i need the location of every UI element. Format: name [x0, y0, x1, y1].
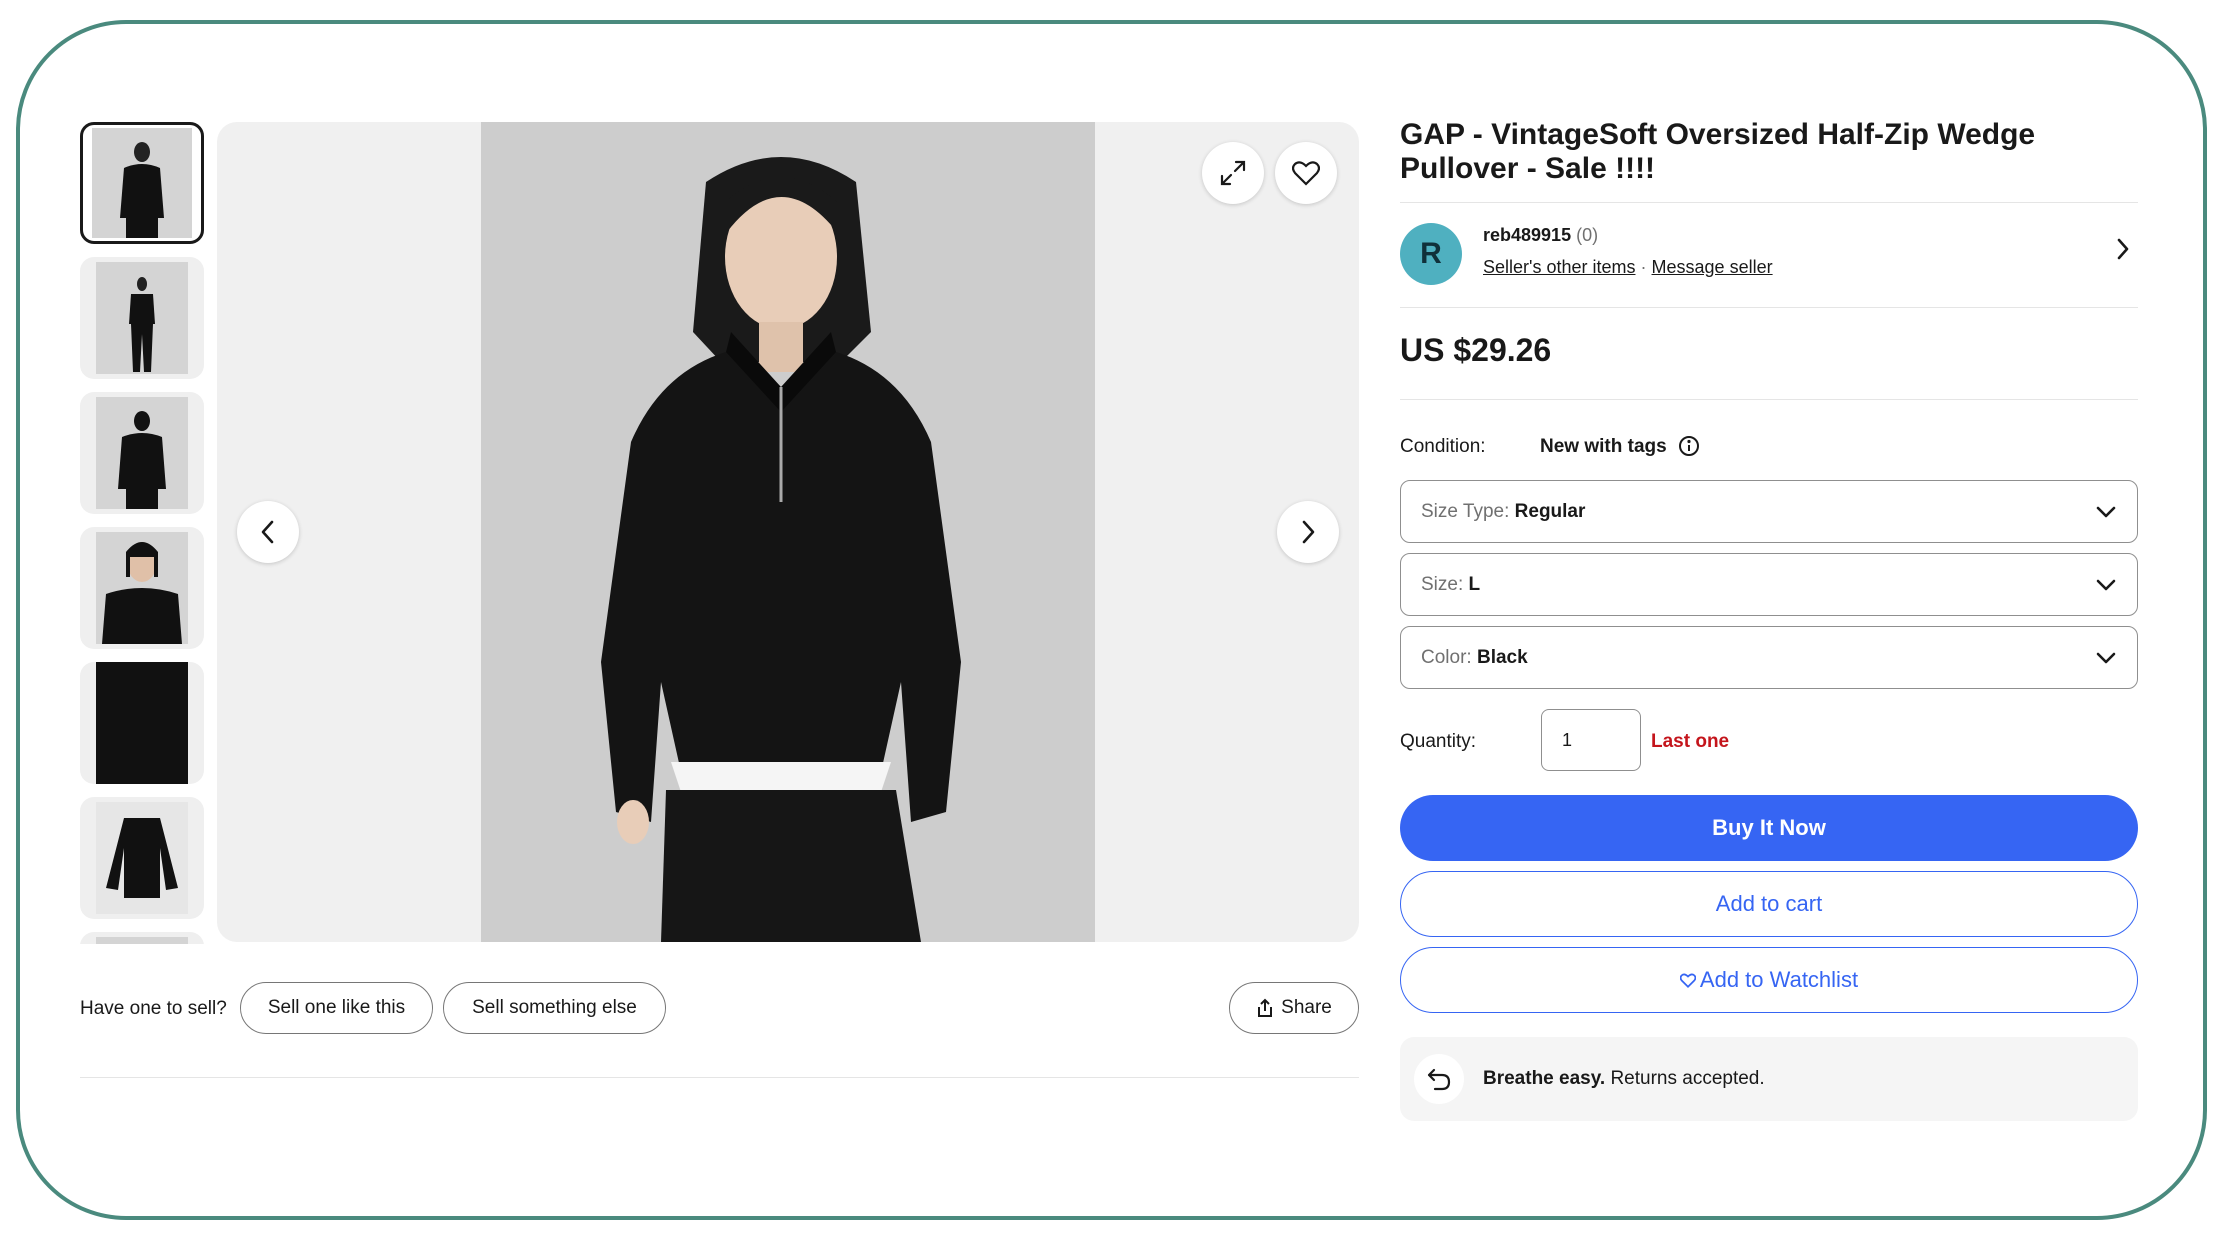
quantity-row: Quantity: Last one [1400, 709, 2138, 779]
add-to-watchlist-button[interactable]: Add to Watchlist [1400, 947, 2138, 1013]
expand-icon [1220, 160, 1246, 186]
size-text: Size: L [1421, 574, 1481, 595]
color-text: Color: Black [1421, 647, 1528, 668]
product-photo [481, 122, 1095, 942]
size-type-select[interactable]: Size Type: Regular [1400, 480, 2138, 543]
sell-something-else-button[interactable]: Sell something else [443, 982, 666, 1034]
thumbnail-image [96, 262, 188, 374]
size-type-text: Size Type: Regular [1421, 501, 1586, 522]
add-to-watchlist-label: Add to Watchlist [1699, 967, 1859, 992]
thumbnail-close-up-view[interactable] [80, 527, 204, 649]
divider [1400, 399, 2138, 400]
quantity-input[interactable] [1541, 709, 1641, 771]
main-product-image[interactable] [217, 122, 1359, 942]
quantity-label: Quantity: [1400, 731, 1477, 752]
thumbnail-image [96, 937, 188, 944]
message-seller-link[interactable]: Message seller [1652, 257, 1773, 277]
next-image-button[interactable] [1277, 501, 1339, 563]
heart-icon [1292, 161, 1320, 186]
seller-links: Seller's other items · Message seller [1483, 257, 1773, 278]
chevron-down-icon [2096, 579, 2116, 591]
expand-button[interactable] [1202, 142, 1264, 204]
thumbnail-flat-lay-view[interactable] [80, 797, 204, 919]
sell-row: Have one to sell? Sell one like this Sel… [80, 982, 1359, 1036]
favorite-button[interactable] [1275, 142, 1337, 204]
sell-one-like-this-button[interactable]: Sell one like this [240, 982, 433, 1034]
share-icon [1258, 998, 1273, 1017]
buy-it-now-button[interactable]: Buy It Now [1400, 795, 2138, 861]
previous-image-button[interactable] [237, 501, 299, 563]
product-title: GAP - VintageSoft Oversized Half-Zip Wed… [1400, 118, 2036, 185]
thumbnail-image [96, 532, 188, 644]
sell-prompt: Have one to sell? [80, 998, 227, 1019]
returns-text: Breathe easy. Returns accepted. [1483, 1068, 1765, 1089]
chevron-left-icon [261, 520, 274, 544]
divider [80, 1077, 1359, 1078]
share-button[interactable]: Share [1229, 982, 1359, 1034]
seller-feedback: (0) [1576, 225, 1599, 245]
share-label: Share [1281, 997, 1332, 1018]
condition-label: Condition: [1400, 436, 1486, 457]
chevron-right-icon [1302, 520, 1315, 544]
add-to-cart-button[interactable]: Add to cart [1400, 871, 2138, 937]
sellers-other-items-link[interactable]: Seller's other items [1483, 257, 1636, 277]
seller-name[interactable]: reb489915 (0) [1483, 225, 1598, 246]
color-select[interactable]: Color: Black [1400, 626, 2138, 689]
chevron-down-icon [2096, 506, 2116, 518]
thumbnail-back-view[interactable] [80, 392, 204, 514]
chevron-right-icon[interactable] [2116, 237, 2130, 261]
stock-status: Last one [1651, 731, 1730, 752]
info-icon[interactable] [1677, 434, 1701, 458]
returns-banner: Breathe easy. Returns accepted. [1400, 1037, 2138, 1121]
seller-username: reb489915 [1483, 225, 1572, 245]
thumbnail-image [96, 802, 188, 914]
thumbnail-fabric-detail[interactable] [80, 662, 204, 784]
separator: · [1640, 257, 1647, 277]
thumbnail-front-view[interactable] [80, 122, 204, 244]
size-select[interactable]: Size: L [1400, 553, 2138, 616]
thumbnail-strip [80, 122, 206, 944]
avatar: R [1400, 223, 1462, 285]
chevron-down-icon [2096, 652, 2116, 664]
thumbnail-image [92, 128, 192, 238]
condition-value: New with tags [1540, 436, 1667, 457]
returns-icon [1414, 1054, 1464, 1104]
seller-card[interactable]: R reb489915 (0) Seller's other items · M… [1400, 203, 2138, 307]
heart-icon [1679, 973, 1696, 988]
thumbnail-more[interactable] [80, 932, 204, 944]
product-details-panel: GAP - VintageSoft Oversized Half-Zip Wed… [1400, 118, 2138, 1121]
thumbnail-full-body-view[interactable] [80, 257, 204, 379]
thumbnail-image [96, 397, 188, 509]
price: US $29.26 [1400, 332, 1552, 368]
thumbnail-image [96, 662, 188, 784]
condition-row: Condition: New with tags [1400, 422, 2138, 470]
